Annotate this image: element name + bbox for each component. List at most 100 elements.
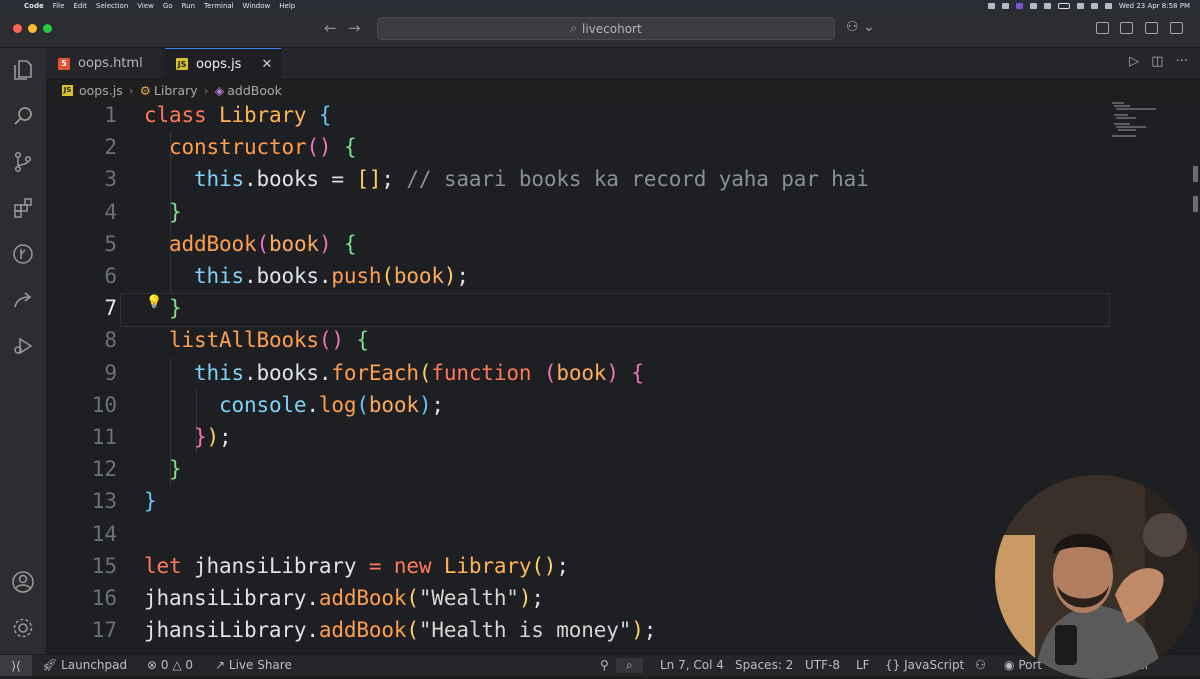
code-token: ( [256,231,269,256]
live-share-label: Live Share [228,658,292,672]
location-icon[interactable]: ⚲ [600,658,609,672]
lightbulb-icon[interactable]: 💡 [146,295,162,310]
menu-file[interactable]: File [53,2,65,10]
status-icon[interactable] [987,2,995,9]
toggle-secondary-sidebar-icon[interactable] [1145,22,1158,34]
menu-view[interactable]: View [137,2,154,10]
menu-go[interactable]: Go [163,2,173,10]
code-line[interactable]: }); [144,425,232,449]
command-center-search[interactable]: ⌕ livecohort [377,17,835,40]
navigate-back-icon[interactable]: ← [324,19,337,37]
code-token: ; [556,553,569,578]
menu-app-name[interactable]: Code [24,2,44,10]
problems-item[interactable]: ⊗ 0 △ 0 [147,658,193,672]
menu-edit[interactable]: Edit [73,2,87,10]
breadcrumb-class[interactable]: Library [154,83,198,98]
settings-gear-icon[interactable] [11,616,35,640]
code-line[interactable]: jhansiLibrary.addBook("Wealth"); [144,586,544,610]
live-share-icon: ↗ [215,658,226,672]
close-window-button[interactable] [13,24,22,33]
split-editor-icon[interactable]: ◫ [1151,54,1163,69]
copilot-icon[interactable]: ⚇ ⌄ [846,19,875,35]
apple-icon[interactable] [8,2,18,10]
extensions-icon[interactable] [11,196,35,220]
tab-oops-html[interactable]: 5 oops.html [46,48,164,79]
cursor-position[interactable]: Ln 7, Col 4 [660,658,724,672]
status-icon[interactable] [1043,2,1051,9]
code-line[interactable]: console.log(book); [144,393,444,417]
code-line[interactable]: class Library { [144,103,332,127]
status-icon[interactable] [1029,2,1037,9]
toggle-panel-icon[interactable] [1120,22,1133,34]
breadcrumb-file[interactable]: oops.js [79,83,123,98]
live-share-item[interactable]: ↗ Live Share [215,658,292,672]
tab-oops-js[interactable]: JS oops.js ✕ [165,48,281,79]
remote-indicator-icon[interactable]: ⟩⟨ [0,655,32,676]
code-line[interactable]: } [144,200,182,224]
search-icon[interactable] [11,104,35,128]
wifi-icon[interactable] [1076,2,1084,9]
copilot-status-icon[interactable]: ⚇ [975,658,986,672]
code-line[interactable]: jhansiLibrary.addBook("Health is money")… [144,618,656,642]
explorer-icon[interactable] [11,58,35,82]
menubar-clock[interactable]: Wed 23 Apr 8:58 PM [1119,2,1190,10]
customize-layout-icon[interactable] [1170,22,1183,34]
activity-bar [0,48,47,654]
code-line[interactable]: addBook(book) { [144,231,357,256]
gitlens-icon[interactable] [11,242,35,266]
line-number: 13 [91,489,117,514]
code-line[interactable]: } [144,489,157,513]
end-of-line[interactable]: LF [856,658,870,672]
control-center-icon[interactable] [1104,2,1112,9]
more-actions-icon[interactable]: ··· [1176,54,1188,69]
source-control-icon[interactable] [11,150,35,174]
ports-item[interactable]: ◉ Port [1004,658,1042,672]
menu-selection[interactable]: Selection [96,2,128,10]
code-line[interactable]: this.books.push(book); [144,264,469,288]
code-line[interactable]: this.books = []; // saari books ka recor… [144,167,869,191]
code-token: jhansiLibrary [193,553,369,578]
code-token: function [431,360,532,385]
code-line[interactable]: constructor() { [144,135,357,160]
accounts-icon[interactable] [11,570,35,594]
code-line[interactable]: this.books.forEach(function (book) { [144,361,644,385]
vertical-scrollbar[interactable] [1191,160,1200,215]
language-label: JavaScript [904,658,965,672]
battery-icon[interactable] [1057,2,1070,9]
close-tab-icon[interactable]: ✕ [261,57,272,72]
indentation[interactable]: Spaces: 2 [735,658,793,672]
encoding[interactable]: UTF-8 [805,658,840,672]
code-line[interactable]: let jhansiLibrary = new Library(); [144,554,569,578]
breadcrumb-method[interactable]: addBook [227,83,282,98]
status-bar: ⟩⟨ 🚀︎ Launchpad ⊗ 0 △ 0 ↗ Live Share ⚲ ⌕… [0,654,1200,676]
zoom-icon[interactable]: ⌕ [616,658,643,673]
menu-window[interactable]: Window [243,2,271,10]
search-icon[interactable] [1090,2,1098,9]
rocket-icon: 🚀︎ [42,658,58,672]
code-line[interactable]: listAllBooks() { [144,328,369,352]
menu-terminal[interactable]: Terminal [204,2,234,10]
language-mode[interactable]: {} JavaScript [885,658,964,672]
run-icon[interactable]: ▷ [1129,54,1139,69]
line-number: 12 [91,457,117,482]
toggle-primary-sidebar-icon[interactable] [1096,22,1109,34]
code-token: () [306,135,332,160]
live-share-icon[interactable] [11,288,35,312]
code-token: console [218,392,307,417]
minimize-window-button[interactable] [28,24,37,33]
code-line[interactable]: } [144,457,182,481]
menu-help[interactable]: Help [279,2,295,10]
navigate-forward-icon[interactable]: → [348,19,361,37]
menu-run[interactable]: Run [182,2,195,10]
minimap[interactable] [1108,100,1168,140]
status-icon[interactable] [1015,2,1023,9]
code-token: class [144,103,219,127]
search-icon: ⌕ [570,21,578,35]
launchpad-item[interactable]: 🚀︎ Launchpad [42,658,127,672]
run-debug-icon[interactable] [11,334,35,358]
zoom-window-button[interactable] [43,24,52,33]
status-icon[interactable] [1001,2,1009,9]
